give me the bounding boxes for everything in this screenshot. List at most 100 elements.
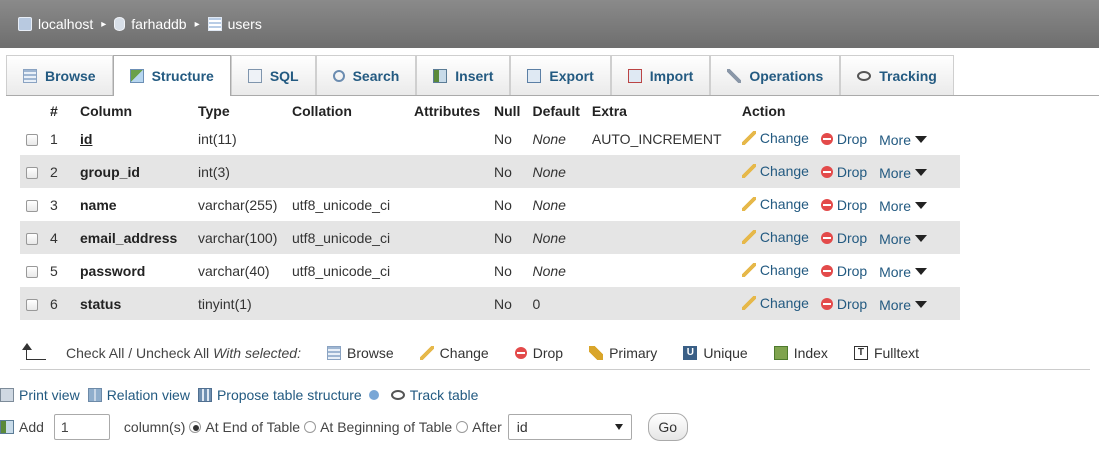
more-menu[interactable]: More <box>879 231 927 247</box>
bulk-drop-label: Drop <box>532 344 564 361</box>
breadcrumb-database[interactable]: farhaddb <box>114 16 187 32</box>
add-column-row: Add column(s) At End of Table At Beginni… <box>0 412 1099 442</box>
tab-bar: Browse Structure SQL Search Insert Expor… <box>6 55 1099 96</box>
column-count-input[interactable] <box>53 414 110 440</box>
more-menu[interactable]: More <box>879 198 927 214</box>
row-checkbox[interactable] <box>26 265 38 278</box>
print-view-link[interactable]: Print view <box>0 387 80 403</box>
change-link[interactable]: Change <box>741 195 809 212</box>
bulk-unique-button[interactable]: U Unique <box>683 345 748 361</box>
at-beginning-label: At Beginning of Table <box>320 419 453 435</box>
drop-link[interactable]: Drop <box>820 164 867 180</box>
bulk-change-button[interactable]: Change <box>419 345 489 361</box>
table-row: 4 email_address varchar(100) utf8_unicod… <box>20 221 960 254</box>
bulk-drop-button[interactable]: Drop <box>514 344 564 361</box>
change-link[interactable]: Change <box>741 295 809 311</box>
propose-structure-link[interactable]: Propose table structure <box>197 387 379 403</box>
breadcrumb-table[interactable]: users <box>207 16 262 32</box>
change-link[interactable]: Change <box>741 262 809 278</box>
tab-browse[interactable]: Browse <box>6 55 113 95</box>
bulk-fulltext-button[interactable]: T Fulltext <box>853 345 919 361</box>
cell-column-name[interactable]: email_address <box>74 221 192 254</box>
drop-link[interactable]: Drop <box>820 230 867 246</box>
row-checkbox[interactable] <box>26 232 38 245</box>
help-icon[interactable] <box>368 390 379 400</box>
cell-default: None <box>526 188 586 221</box>
check-all-link[interactable]: Check All / Uncheck All <box>66 345 209 361</box>
tab-insert-label: Insert <box>455 67 494 84</box>
tab-structure[interactable]: Structure <box>112 55 231 96</box>
after-column-select[interactable]: id <box>507 414 632 440</box>
cell-actions: Change Drop More <box>735 221 960 254</box>
track-table-link[interactable]: Track table <box>390 387 479 403</box>
unique-icon: U <box>683 345 698 360</box>
cell-column-name[interactable]: password <box>74 254 192 287</box>
at-beginning-radio[interactable] <box>304 421 317 433</box>
cell-column-name[interactable]: group_id <box>74 155 192 188</box>
cell-collation <box>286 155 408 188</box>
with-selected-bar: Check All / Uncheck All With selected: B… <box>20 336 1090 370</box>
breadcrumb-server-label: localhost <box>38 16 94 32</box>
tab-sql[interactable]: SQL <box>230 55 316 95</box>
drop-link[interactable]: Drop <box>820 197 867 213</box>
bulk-primary-button[interactable]: Primary <box>589 345 657 361</box>
go-button[interactable]: Go <box>647 413 688 441</box>
tab-export[interactable]: Export <box>510 55 611 95</box>
row-checkbox[interactable] <box>26 133 38 146</box>
change-link[interactable]: Change <box>741 229 809 245</box>
drop-label: Drop <box>836 262 868 279</box>
after-label: After <box>472 419 502 435</box>
change-label: Change <box>759 195 809 212</box>
tab-operations[interactable]: Operations <box>710 55 841 95</box>
breadcrumb-database-label: farhaddb <box>131 16 187 32</box>
tab-import[interactable]: Import <box>610 55 711 95</box>
cell-num: 4 <box>44 221 74 254</box>
drop-link[interactable]: Drop <box>820 131 867 147</box>
tab-search[interactable]: Search <box>315 55 417 95</box>
structure-table: # Column Type Collation Attributes Null … <box>20 100 960 320</box>
cell-attributes <box>408 155 488 188</box>
row-checkbox[interactable] <box>26 298 38 311</box>
cell-actions: Change Drop More <box>735 188 960 221</box>
table-header-row: # Column Type Collation Attributes Null … <box>20 100 960 122</box>
drop-icon <box>820 231 833 244</box>
more-menu[interactable]: More <box>879 264 927 280</box>
after-radio[interactable] <box>456 421 469 433</box>
cell-column-name[interactable]: status <box>74 287 192 320</box>
row-checkbox[interactable] <box>26 166 38 179</box>
drop-link[interactable]: Drop <box>820 262 868 279</box>
cell-collation <box>286 287 408 320</box>
change-link[interactable]: Change <box>741 130 809 146</box>
bulk-browse-button[interactable]: Browse <box>326 345 394 361</box>
cell-extra <box>585 221 736 254</box>
cell-attributes <box>408 188 488 221</box>
at-end-radio[interactable] <box>189 421 202 433</box>
more-label: More <box>879 296 911 313</box>
track-table-label: Track table <box>409 387 479 403</box>
cell-num: 6 <box>44 287 74 320</box>
more-menu[interactable]: More <box>879 132 927 148</box>
bulk-index-button[interactable]: Index <box>773 345 828 361</box>
cell-column-name[interactable]: id <box>74 122 192 155</box>
arrow-head <box>22 342 32 350</box>
breadcrumb-server[interactable]: localhost <box>18 16 93 32</box>
cell-attributes <box>408 221 488 254</box>
cell-attributes <box>408 254 488 287</box>
cell-attributes <box>408 287 488 320</box>
more-menu[interactable]: More <box>879 165 927 181</box>
cell-extra <box>585 155 736 188</box>
change-link[interactable]: Change <box>741 163 809 179</box>
relation-view-label: Relation view <box>106 387 190 403</box>
cell-column-name[interactable]: name <box>74 188 192 221</box>
table-icon <box>207 17 222 31</box>
add-label: Add <box>19 419 44 435</box>
pencil-icon <box>741 163 756 178</box>
relation-view-link[interactable]: Relation view <box>87 387 190 403</box>
drop-link[interactable]: Drop <box>820 296 867 312</box>
header-default: Default <box>532 103 580 119</box>
row-checkbox[interactable] <box>26 199 38 212</box>
more-menu[interactable]: More <box>879 297 927 313</box>
cell-extra <box>585 188 736 221</box>
tab-tracking[interactable]: Tracking <box>840 55 954 95</box>
tab-insert[interactable]: Insert <box>416 55 511 95</box>
